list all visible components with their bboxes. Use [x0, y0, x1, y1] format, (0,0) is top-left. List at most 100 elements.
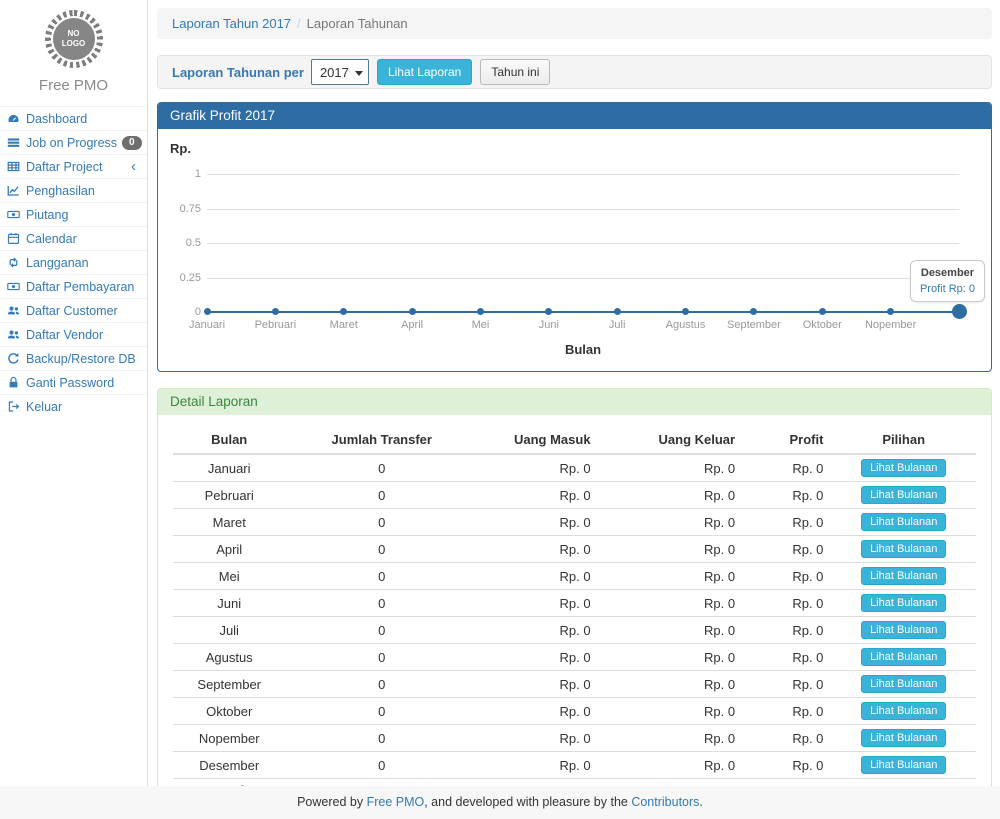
breadcrumb: Laporan Tahun 2017/Laporan Tahunan [157, 8, 992, 39]
tahun-ini-button[interactable]: Tahun ini [480, 59, 550, 86]
action-cell: Lihat Bulanan [831, 563, 976, 590]
lihat-bulanan-button[interactable]: Lihat Bulanan [861, 702, 946, 720]
uang_masuk-cell: Rp. 0 [478, 725, 598, 752]
table-row: Mei0Rp. 0Rp. 0Rp. 0Lihat Bulanan [173, 563, 976, 590]
detail-report-title: Detail Laporan [158, 389, 991, 415]
jumlah_transfer-cell: 0 [285, 671, 478, 698]
free-pmo-link[interactable]: Free PMO [367, 795, 425, 809]
users-icon [7, 328, 21, 342]
x-tick-label: Juli [609, 319, 626, 331]
sidebar-menu: DashboardJob on Progress0Daftar Project‹… [0, 106, 147, 418]
data-point-agustus[interactable] [682, 308, 689, 315]
bulan-cell: Mei [173, 563, 285, 590]
contributors-link[interactable]: Contributors [631, 795, 699, 809]
sidebar-item-penghasilan[interactable]: Penghasilan [0, 178, 147, 202]
sidebar-item-daftar-pembayaran[interactable]: Daftar Pembayaran [0, 274, 147, 298]
sidebar-item-langganan[interactable]: Langganan [0, 250, 147, 274]
sidebar-item-backup-restore-db[interactable]: Backup/Restore DB [0, 346, 147, 370]
lihat-bulanan-button[interactable]: Lihat Bulanan [861, 540, 946, 558]
uang_keluar-cell: Rp. 0 [599, 671, 744, 698]
sidebar-item-job-on-progress[interactable]: Job on Progress0 [0, 130, 147, 154]
table-row: Juli0Rp. 0Rp. 0Rp. 0Lihat Bulanan [173, 617, 976, 644]
bulan-cell: April [173, 536, 285, 563]
jumlah_transfer-cell: 0 [285, 725, 478, 752]
profit-cell: Rp. 0 [743, 752, 831, 779]
data-point-desember[interactable] [952, 304, 967, 319]
x-tick-label: Maret [330, 319, 358, 331]
profit-cell: Rp. 0 [743, 509, 831, 536]
dashboard-icon [7, 112, 21, 126]
action-cell: Lihat Bulanan [831, 590, 976, 617]
data-point-april[interactable] [409, 308, 416, 315]
bulan-cell: Nopember [173, 725, 285, 752]
lihat-bulanan-button[interactable]: Lihat Bulanan [861, 459, 946, 477]
sidebar-item-daftar-vendor[interactable]: Daftar Vendor [0, 322, 147, 346]
lihat-bulanan-button[interactable]: Lihat Bulanan [861, 513, 946, 531]
data-point-oktober[interactable] [819, 308, 826, 315]
sidebar-item-daftar-customer[interactable]: Daftar Customer [0, 298, 147, 322]
sidebar-item-piutang[interactable]: Piutang [0, 202, 147, 226]
uang_keluar-cell: Rp. 0 [599, 482, 744, 509]
uang_keluar-cell: Rp. 0 [599, 536, 744, 563]
uang_masuk-cell: Rp. 0 [478, 454, 598, 482]
lihat-bulanan-button[interactable]: Lihat Bulanan [861, 621, 946, 639]
table-row: Juni0Rp. 0Rp. 0Rp. 0Lihat Bulanan [173, 590, 976, 617]
action-cell: Lihat Bulanan [831, 482, 976, 509]
data-point-mei[interactable] [477, 308, 484, 315]
uang_keluar-cell: Rp. 0 [599, 563, 744, 590]
profit-line [207, 311, 959, 314]
sidebar-item-daftar-project[interactable]: Daftar Project‹ [0, 154, 147, 178]
lihat-bulanan-button[interactable]: Lihat Bulanan [861, 567, 946, 585]
lihat-bulanan-button[interactable]: Lihat Bulanan [861, 729, 946, 747]
sidebar-item-label: Calendar [26, 232, 77, 246]
lihat-bulanan-button[interactable]: Lihat Bulanan [861, 486, 946, 504]
line-chart-icon [7, 184, 21, 198]
lihat-bulanan-button[interactable]: Lihat Bulanan [861, 675, 946, 693]
gridline [207, 243, 959, 244]
breadcrumb-current: Laporan Tahunan [307, 16, 408, 31]
lihat-laporan-button[interactable]: Lihat Laporan [377, 59, 472, 86]
bulan-cell: Pebruari [173, 482, 285, 509]
sidebar-item-keluar[interactable]: Keluar [0, 394, 147, 418]
profit-cell: Rp. 0 [743, 698, 831, 725]
caret-down-icon [355, 71, 363, 76]
bulan-cell: Oktober [173, 698, 285, 725]
calendar-icon [7, 232, 21, 246]
money-icon [7, 280, 21, 294]
main-content: Laporan Tahun 2017/Laporan Tahunan Lapor… [149, 0, 1000, 786]
x-tick-label: Oktober [803, 319, 842, 331]
retweet-icon [7, 256, 21, 270]
lihat-bulanan-button[interactable]: Lihat Bulanan [861, 594, 946, 612]
data-point-maret[interactable] [340, 308, 347, 315]
sidebar-item-dashboard[interactable]: Dashboard [0, 106, 147, 130]
sidebar: NO LOGO Free PMO DashboardJob on Progres… [0, 0, 148, 786]
sidebar-item-label: Daftar Project [26, 160, 102, 174]
data-point-juli[interactable] [614, 308, 621, 315]
x-tick-label: Juni [539, 319, 559, 331]
data-point-juni[interactable] [545, 308, 552, 315]
lihat-bulanan-button[interactable]: Lihat Bulanan [861, 756, 946, 774]
column-header: Bulan [173, 427, 285, 454]
uang_keluar-cell: Rp. 0 [599, 698, 744, 725]
column-header: Pilihan [831, 427, 976, 454]
sidebar-item-calendar[interactable]: Calendar [0, 226, 147, 250]
filter-label: Laporan Tahunan per [172, 65, 304, 80]
app-logo: NO LOGO [45, 10, 103, 68]
sidebar-item-ganti-password[interactable]: Ganti Password [0, 370, 147, 394]
bulan-cell: Juli [173, 617, 285, 644]
jumlah_transfer-cell: 0 [285, 563, 478, 590]
sidebar-item-label: Langganan [26, 256, 89, 270]
bulan-cell: Maret [173, 509, 285, 536]
data-point-nopember[interactable] [887, 308, 894, 315]
lihat-bulanan-button[interactable]: Lihat Bulanan [861, 648, 946, 666]
data-point-pebruari[interactable] [272, 308, 279, 315]
bulan-cell: Januari [173, 454, 285, 482]
profit-cell: Rp. 0 [743, 536, 831, 563]
data-point-januari[interactable] [204, 308, 211, 315]
breadcrumb-link[interactable]: Laporan Tahun 2017 [172, 16, 291, 31]
table-icon [7, 160, 21, 174]
data-point-september[interactable] [750, 308, 757, 315]
table-row: Maret0Rp. 0Rp. 0Rp. 0Lihat Bulanan [173, 509, 976, 536]
year-select[interactable]: 2017 [311, 59, 369, 85]
detail-report-panel: Detail Laporan BulanJumlah TransferUang … [157, 388, 992, 818]
